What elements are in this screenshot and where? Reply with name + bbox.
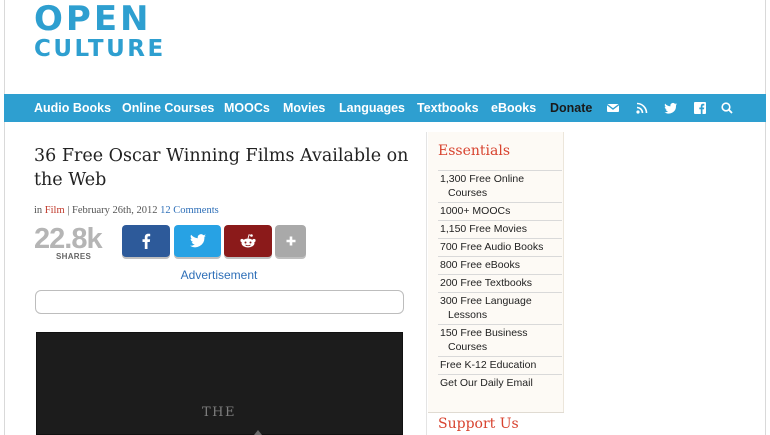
sidebar-item-label: 700 Free Audio Books	[440, 241, 544, 253]
facebook-icon[interactable]	[692, 100, 708, 116]
nav-ebooks[interactable]: eBooks	[491, 101, 536, 115]
sidebar-item-moocs[interactable]: 1000+ MOOCs	[438, 202, 562, 220]
meta-prefix: in	[34, 205, 43, 216]
article-title: 36 Free Oscar Winning Films Available on…	[34, 146, 409, 190]
sidebar-item-ebooks[interactable]: 800 Free eBooks	[438, 256, 562, 274]
share-label: SHARES	[56, 252, 92, 261]
logo-line-culture: CULTURE	[34, 36, 166, 62]
main-nav-bar: Audio Books Online Courses MOOCs Movies …	[4, 94, 766, 122]
nav-movies[interactable]: Movies	[283, 101, 325, 115]
publish-date: February 26th, 2012	[72, 205, 158, 216]
category-link[interactable]: Film	[45, 205, 65, 216]
sidebar-item-label: 800 Free eBooks	[440, 259, 520, 271]
sidebar-item-label: 1000+ MOOCs	[440, 205, 511, 217]
facebook-share-button[interactable]	[122, 225, 170, 257]
sidebar-item-k12-education[interactable]: Free K-12 Education	[438, 356, 562, 374]
sidebar-item-label: Get Our Daily Email	[440, 377, 533, 389]
advertisement-box[interactable]	[35, 290, 404, 314]
nav-donate[interactable]: Donate	[550, 101, 592, 115]
comments-link[interactable]: 12 Comments	[160, 205, 219, 216]
sidebar-item-online-courses[interactable]: 1,300 Free Online Courses	[438, 170, 562, 202]
sidebar-item-daily-email[interactable]: Get Our Daily Email	[438, 374, 562, 392]
nav-languages[interactable]: Languages	[339, 101, 405, 115]
sidebar-heading-essentials: Essentials	[438, 143, 511, 159]
nav-moocs[interactable]: MOOCs	[224, 101, 270, 115]
sidebar-item-textbooks[interactable]: 200 Free Textbooks	[438, 274, 562, 292]
video-player[interactable]: THE	[36, 332, 403, 435]
plus-icon	[286, 236, 295, 246]
article-meta: in Film | February 26th, 2012 12 Comment…	[34, 205, 409, 216]
sidebar-item-label: 200 Free Textbooks	[440, 277, 533, 289]
sidebar-item-label: 300 Free Language	[440, 295, 532, 307]
sidebar-item-audio-books[interactable]: 700 Free Audio Books	[438, 238, 562, 256]
advertisement-label: Advertisement	[180, 268, 258, 282]
sidebar-heading-support: Support Us	[438, 416, 519, 432]
twitter-share-button[interactable]	[174, 225, 221, 257]
sidebar-item-label-cont: Lessons	[448, 309, 488, 321]
video-frame-text: THE	[202, 405, 236, 420]
nav-online-courses[interactable]: Online Courses	[122, 101, 214, 115]
sidebar-item-label: 1,150 Free Movies	[440, 223, 527, 235]
facebook-icon	[142, 233, 151, 249]
sidebar-item-label-cont: Courses	[448, 341, 488, 353]
twitter-icon[interactable]	[663, 100, 679, 116]
share-count: 22.8k	[34, 223, 103, 255]
meta-separator: |	[67, 205, 70, 216]
sidebar-item-business-courses[interactable]: 150 Free Business Courses	[438, 324, 562, 356]
reddit-share-button[interactable]	[224, 225, 272, 257]
search-icon[interactable]	[719, 100, 735, 116]
sidebar-essentials-list: 1,300 Free Online Courses 1000+ MOOCs 1,1…	[438, 170, 562, 392]
twitter-icon	[189, 234, 206, 248]
sidebar-item-label-cont: Courses	[448, 187, 488, 199]
mail-icon[interactable]	[605, 100, 621, 116]
sidebar-item-label: Free K-12 Education	[440, 359, 537, 371]
nav-textbooks[interactable]: Textbooks	[417, 101, 479, 115]
rss-icon[interactable]	[634, 100, 650, 116]
sidebar-divider	[426, 132, 427, 435]
video-frame-mark	[254, 430, 262, 435]
site-logo[interactable]: OPEN CULTURE	[34, 2, 166, 61]
sidebar-item-language-lessons[interactable]: 300 Free Language Lessons	[438, 292, 562, 324]
sidebar-item-label: 150 Free Business	[440, 327, 528, 339]
sidebar-separator	[428, 412, 564, 413]
logo-line-open: OPEN	[34, 0, 152, 39]
article-main: 36 Free Oscar Winning Films Available on…	[34, 144, 409, 314]
sidebar-item-movies[interactable]: 1,150 Free Movies	[438, 220, 562, 238]
nav-audio-books[interactable]: Audio Books	[34, 101, 111, 115]
share-bar: 22.8k SHARES	[34, 223, 414, 261]
reddit-icon	[240, 234, 256, 248]
sidebar-item-label: 1,300 Free Online	[440, 173, 525, 185]
more-share-button[interactable]	[275, 225, 306, 257]
